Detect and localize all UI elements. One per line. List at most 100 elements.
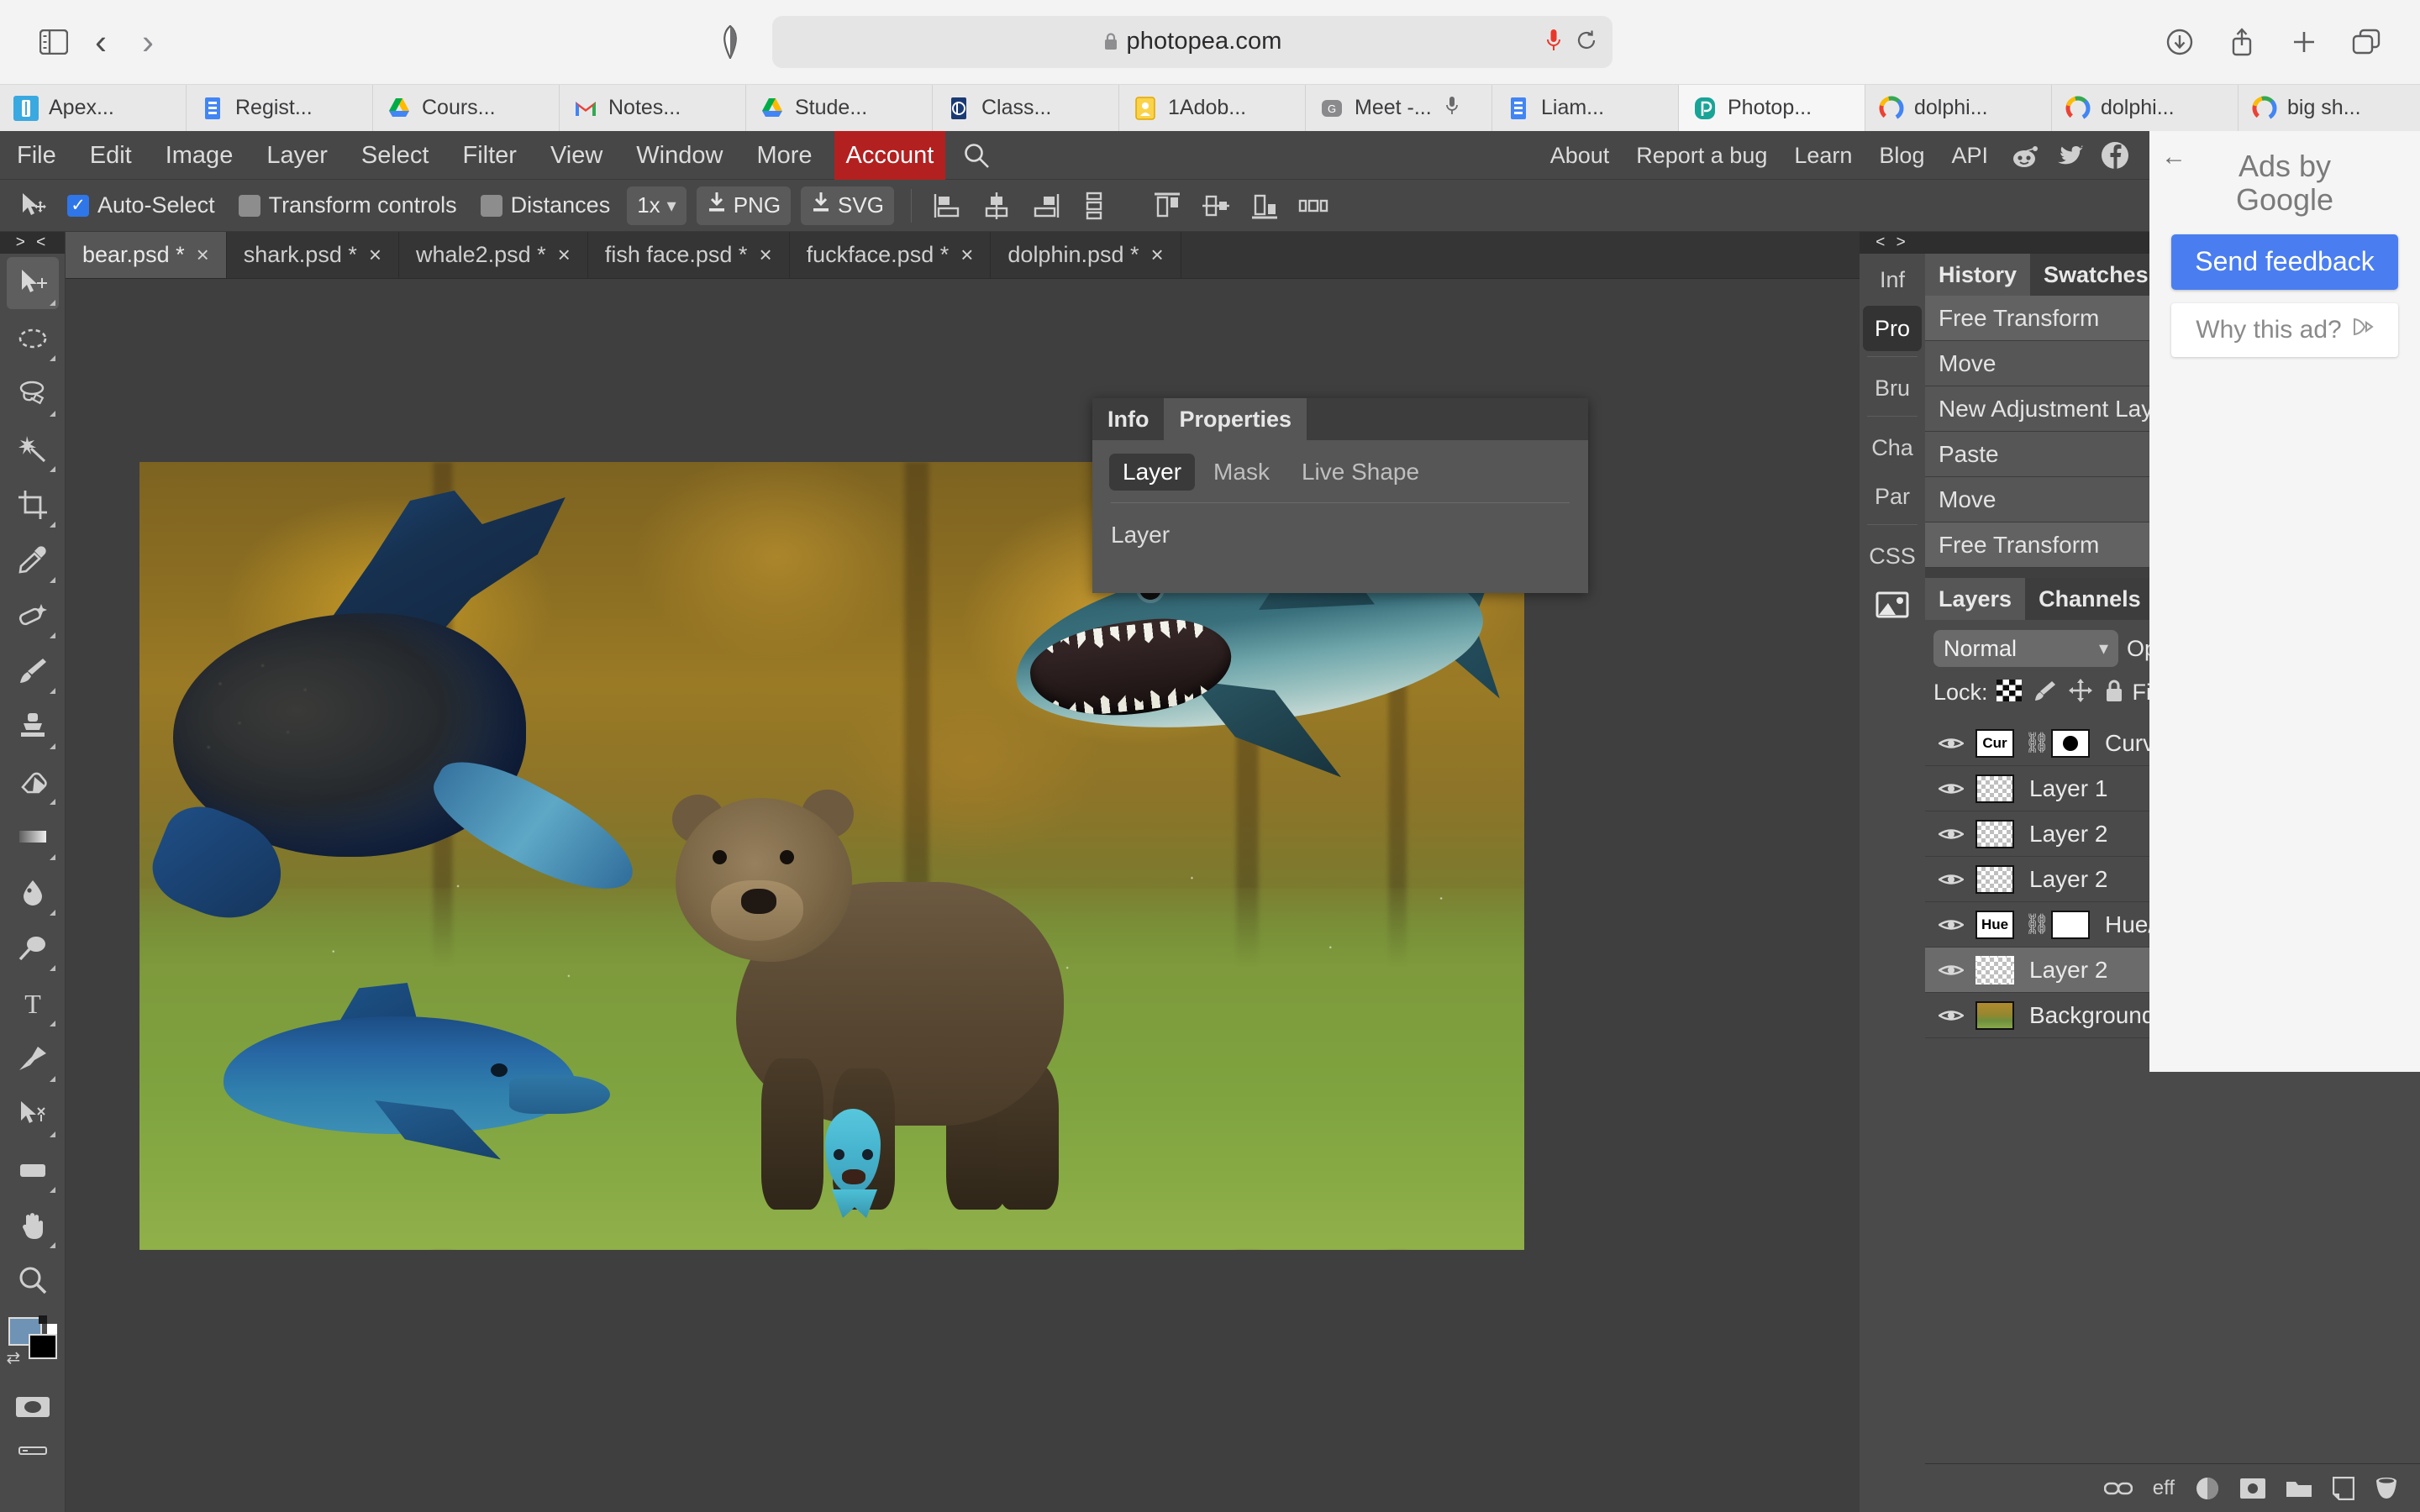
tab-swatches[interactable]: Swatches bbox=[2030, 254, 2162, 296]
delete-layer-icon[interactable] bbox=[2375, 1477, 2398, 1500]
export-svg-button[interactable]: SVG bbox=[801, 186, 894, 225]
browser-tab[interactable]: Regist... bbox=[187, 85, 373, 131]
segment-mask[interactable]: Mask bbox=[1200, 454, 1283, 491]
gradient-tool-icon[interactable] bbox=[7, 811, 59, 864]
magic-wand-tool-icon[interactable] bbox=[7, 423, 59, 475]
browser-tab[interactable]: 1Adob... bbox=[1119, 85, 1306, 131]
spot-healing-brush-tool-icon[interactable] bbox=[7, 590, 59, 642]
lasso-tool-icon[interactable] bbox=[7, 368, 59, 420]
menu-image[interactable]: Image bbox=[149, 131, 250, 180]
zoom-tool-icon[interactable] bbox=[7, 1255, 59, 1307]
tab-info[interactable]: Info bbox=[1092, 398, 1164, 440]
layer-thumbnail-adjustment[interactable]: Hue bbox=[1975, 911, 2014, 939]
auto-select-checkbox[interactable]: Auto-Select bbox=[55, 192, 227, 218]
tab-channels[interactable]: Channels bbox=[2025, 578, 2154, 620]
tab-overview-icon[interactable] bbox=[2343, 18, 2390, 66]
background-color-swatch[interactable] bbox=[29, 1334, 57, 1359]
distribute-vertical-icon[interactable] bbox=[1075, 186, 1113, 225]
align-bottom-icon[interactable] bbox=[1245, 186, 1284, 225]
layer-mask-thumbnail[interactable] bbox=[2051, 729, 2090, 758]
blur-tool-icon[interactable] bbox=[7, 867, 59, 919]
strip-tab-info[interactable]: Inf bbox=[1863, 257, 1922, 302]
browser-tab[interactable]: Liam... bbox=[1492, 85, 1679, 131]
layer-thumbnail-background[interactable] bbox=[1975, 1001, 2014, 1030]
brush-tool-icon[interactable] bbox=[7, 645, 59, 697]
crop-tool-icon[interactable] bbox=[7, 479, 59, 531]
eye-icon[interactable] bbox=[1937, 871, 1965, 888]
distribute-horizontal-icon[interactable] bbox=[1294, 186, 1333, 225]
layer-thumbnail-dolphin[interactable] bbox=[1975, 956, 2014, 984]
back-arrow-icon[interactable]: ← bbox=[2161, 143, 2186, 171]
align-top-icon[interactable] bbox=[1148, 186, 1186, 225]
why-this-ad-button[interactable]: Why this ad? bbox=[2171, 303, 2398, 357]
segment-layer[interactable]: Layer bbox=[1109, 454, 1195, 491]
browser-tab[interactable]: Stude... bbox=[746, 85, 933, 131]
browser-tab[interactable]: Notes... bbox=[560, 85, 746, 131]
browser-tab[interactable]: dolphi... bbox=[2052, 85, 2238, 131]
browser-tab[interactable]: Class... bbox=[933, 85, 1119, 131]
elliptical-marquee-tool-icon[interactable] bbox=[7, 312, 59, 365]
document-tab-fish-face[interactable]: fish face.psd * × bbox=[588, 232, 790, 278]
browser-tab[interactable]: G Meet -... bbox=[1306, 85, 1492, 131]
checkbox-box[interactable] bbox=[481, 195, 502, 217]
zoom-level-dropdown[interactable]: 1x ▾ bbox=[627, 186, 687, 225]
layer-effects-icon[interactable]: eff bbox=[2153, 1477, 2175, 1500]
pen-tool-icon[interactable] bbox=[7, 1033, 59, 1085]
checkbox-box[interactable] bbox=[67, 195, 89, 217]
document-tab-shark[interactable]: shark.psd * × bbox=[227, 232, 399, 278]
eye-icon[interactable] bbox=[1937, 1007, 1965, 1024]
eraser-tool-icon[interactable] bbox=[7, 756, 59, 808]
document-tab-fuckface[interactable]: fuckface.psd * × bbox=[790, 232, 992, 278]
path-select-tool-icon[interactable] bbox=[7, 1089, 59, 1141]
privacy-shield-icon[interactable] bbox=[707, 18, 754, 66]
url-bar[interactable]: photopea.com bbox=[772, 16, 1612, 68]
checkbox-box[interactable] bbox=[239, 195, 260, 217]
close-icon[interactable]: × bbox=[369, 242, 381, 268]
adjustment-layer-icon[interactable] bbox=[2195, 1476, 2220, 1501]
lock-position-icon[interactable] bbox=[2069, 679, 2092, 706]
align-middle-icon[interactable] bbox=[1197, 186, 1235, 225]
rectangle-tool-icon[interactable] bbox=[7, 1144, 59, 1196]
eye-icon[interactable] bbox=[1937, 780, 1965, 797]
eye-icon[interactable] bbox=[1937, 826, 1965, 843]
eyedropper-tool-icon[interactable] bbox=[7, 534, 59, 586]
menu-file[interactable]: File bbox=[0, 131, 73, 180]
image-icon[interactable] bbox=[1863, 582, 1922, 627]
menu-edit[interactable]: Edit bbox=[73, 131, 149, 180]
layer-mask-icon[interactable] bbox=[2240, 1478, 2265, 1499]
microphone-icon[interactable] bbox=[1545, 28, 1562, 57]
distances-checkbox[interactable]: Distances bbox=[469, 192, 623, 218]
browser-tab[interactable]: dolphi... bbox=[1865, 85, 2052, 131]
layer-thumbnail-adjustment[interactable]: Cur bbox=[1975, 729, 2014, 758]
color-swatches[interactable]: ⇄ bbox=[7, 1315, 59, 1368]
menu-view[interactable]: View bbox=[534, 131, 619, 180]
browser-tab[interactable]: big sh... bbox=[2238, 85, 2420, 131]
strip-tab-css[interactable]: CSS bbox=[1863, 533, 1922, 579]
eye-icon[interactable] bbox=[1937, 962, 1965, 979]
back-arrow-icon[interactable]: ‹ bbox=[77, 18, 124, 66]
document-tab-dolphin[interactable]: dolphin.psd * × bbox=[991, 232, 1181, 278]
browser-tab[interactable]: Cours... bbox=[373, 85, 560, 131]
dodge-tool-icon[interactable] bbox=[7, 922, 59, 974]
move-tool-icon[interactable] bbox=[10, 183, 55, 228]
clone-stamp-tool-icon[interactable] bbox=[7, 701, 59, 753]
account-button[interactable]: Account bbox=[834, 131, 946, 180]
close-icon[interactable]: × bbox=[960, 242, 973, 268]
menu-learn[interactable]: Learn bbox=[1781, 131, 1865, 180]
new-layer-icon[interactable] bbox=[2333, 1477, 2354, 1500]
reload-icon[interactable] bbox=[1576, 29, 1597, 55]
twitter-icon[interactable] bbox=[2054, 141, 2085, 170]
hand-tool-icon[interactable] bbox=[7, 1200, 59, 1252]
reddit-icon[interactable] bbox=[2009, 140, 2039, 171]
strip-tab-character[interactable]: Cha bbox=[1863, 425, 1922, 470]
tab-properties[interactable]: Properties bbox=[1164, 398, 1307, 440]
layer-thumbnail-whale[interactable] bbox=[1975, 820, 2014, 848]
strip-tab-paragraph[interactable]: Par bbox=[1863, 474, 1922, 519]
canvas-stage[interactable] bbox=[66, 279, 1860, 1512]
link-icon[interactable]: ⛓ bbox=[2024, 912, 2041, 937]
layer-thumbnail-fish[interactable] bbox=[1975, 865, 2014, 894]
menu-about[interactable]: About bbox=[1537, 131, 1623, 180]
link-icon[interactable]: ⛓ bbox=[2024, 731, 2041, 755]
transform-controls-checkbox[interactable]: Transform controls bbox=[227, 192, 469, 218]
lock-all-icon[interactable] bbox=[2104, 679, 2124, 706]
